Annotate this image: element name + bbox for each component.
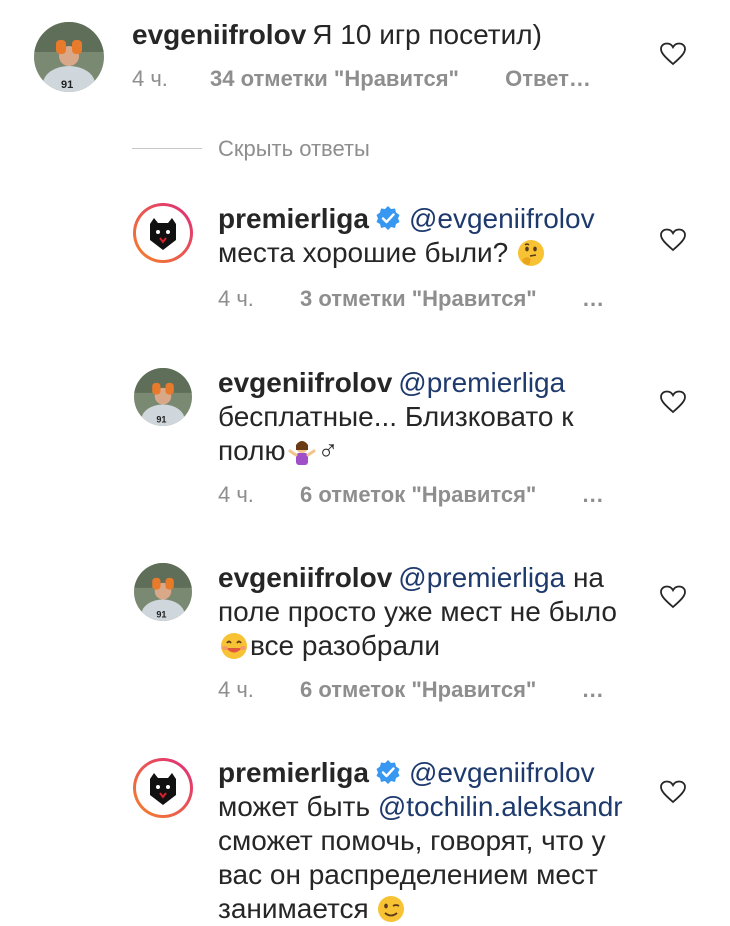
heart-outline-icon[interactable] [660,390,686,414]
comment-text: evgeniifrolov Я 10 игр посетил) [132,18,602,52]
reply-meta: 4 ч. 6 отметок "Нравится" ... [218,677,604,703]
reply-meta: 4 ч. 6 отметок "Нравится" ... [218,482,604,508]
male-sign-text: ♂ [317,435,339,466]
more-options-button[interactable]: ... [582,677,603,702]
heart-outline-icon[interactable] [660,42,686,66]
thinking-face-emoji-icon [518,240,545,266]
reply-time: 4 ч. [218,482,254,507]
person-shrugging-emoji-icon [288,441,316,465]
more-options-button[interactable]: ... [583,286,604,311]
reply-text: premierliga @evgeniifrolov может быть @to… [218,756,648,926]
avatar-photo: 91 [134,368,192,426]
avatar[interactable] [132,202,194,264]
reply-mention-link[interactable]: @evgeniifrolov [409,203,595,234]
replies-divider [132,148,202,149]
avatar[interactable]: 91 [34,22,104,92]
svg-text:91: 91 [61,79,73,91]
reply-likes-link[interactable]: 6 отметок "Нравится" [300,677,536,702]
avatar-photo: 91 [134,563,192,621]
reply-mention-link[interactable]: @premierliga [398,562,565,593]
reply-mention-link[interactable]: @premierliga [398,367,565,398]
reply-button[interactable]: Ответ… [505,66,591,91]
premierliga-logo-icon [133,758,193,818]
reply-time: 4 ч. [218,286,254,311]
svg-text:91: 91 [156,415,166,425]
comment-likes-link[interactable]: 34 отметки "Нравится" [210,66,459,91]
reply-username[interactable]: premierliga [218,757,369,788]
reply-body: места хорошие были? [218,237,509,268]
heart-outline-icon[interactable] [660,780,686,804]
heart-outline-icon[interactable] [660,228,686,252]
hide-replies-button[interactable]: Скрыть ответы [218,136,370,162]
reply-text: premierliga @evgeniifrolov места хорошие … [218,202,638,270]
avatar[interactable] [132,757,194,819]
reply-meta: 4 ч. 3 отметки "Нравится" ... [218,286,604,312]
comment-time: 4 ч. [132,66,168,91]
more-options-button[interactable]: ... [582,482,603,507]
avatar-photo: 91 [34,22,104,92]
premierliga-logo-icon [133,203,193,263]
avatar[interactable]: 91 [134,368,192,426]
svg-text:91: 91 [156,610,166,620]
reply-body-continued: все разобрали [250,630,440,661]
reply-body: бесплатные... Близковато к полю [218,401,574,466]
comment-username[interactable]: evgeniifrolov [132,19,306,50]
reply-mention-link-secondary[interactable]: @tochilin.aleksandr [378,791,623,822]
heart-outline-icon[interactable] [660,585,686,609]
reply-mention-link[interactable]: @evgeniifrolov [409,757,595,788]
reply-body: может быть [218,791,371,822]
verified-badge-icon [376,760,400,784]
reply-likes-link[interactable]: 6 отметок "Нравится" [300,482,536,507]
reply-username[interactable]: premierliga [218,203,369,234]
reply-text: evgeniifrolov @premierliga бесплатные... … [218,366,618,468]
smiling-face-emoji-icon [221,633,247,659]
reply-likes-link[interactable]: 3 отметки "Нравится" [300,286,537,311]
reply-time: 4 ч. [218,677,254,702]
comment-body: Я 10 игр посетил) [312,19,542,50]
reply-text: evgeniifrolov @premierliga на поле просто… [218,561,638,663]
avatar[interactable]: 91 [134,563,192,621]
comment-meta: 4 ч. 34 отметки "Нравится" Ответ… [132,66,591,92]
reply-body-continued: сможет помочь, говорят, что у вас он рас… [218,825,606,924]
reply-username[interactable]: evgeniifrolov [218,562,392,593]
reply-username[interactable]: evgeniifrolov [218,367,392,398]
verified-badge-icon [376,206,400,230]
